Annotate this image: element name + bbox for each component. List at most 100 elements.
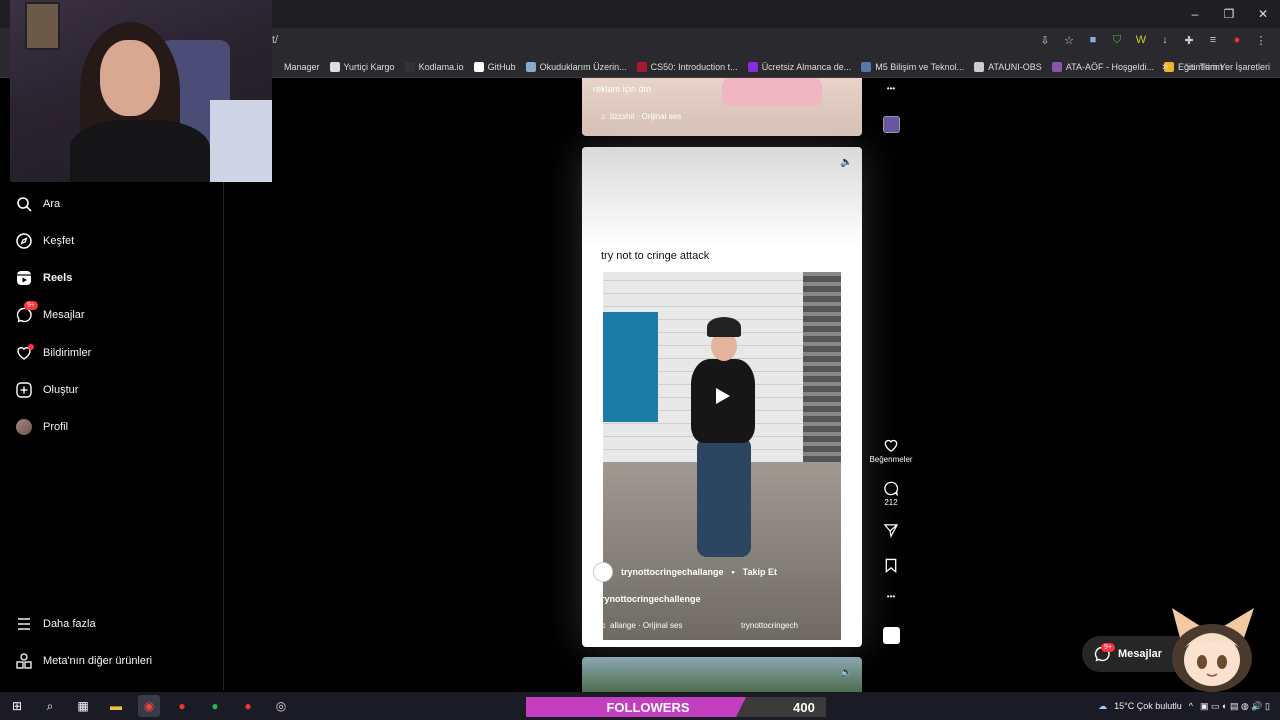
app-red2-icon[interactable]: ● xyxy=(237,695,259,717)
close-icon[interactable]: ✕ xyxy=(1246,0,1280,28)
comment-icon xyxy=(884,481,899,496)
sidebar-item-profile[interactable]: Profil xyxy=(15,416,68,438)
previous-reel-caption: reklam için dm xyxy=(593,84,652,94)
obs-icon[interactable]: ◎ xyxy=(270,695,292,717)
audio-thumbnail[interactable] xyxy=(883,116,900,133)
weather-icon[interactable]: ☁ xyxy=(1098,701,1107,712)
tray-icons[interactable]: ▣ ▭ ◐ ▤ ◍ 🔊 ▯ xyxy=(1200,701,1270,712)
instagram-sidebar: Ara Keşfet Reels 9+ Mesajlar Bildirimler… xyxy=(0,182,224,690)
sidebar-item-meta[interactable]: Meta'nın diğer ürünleri xyxy=(15,650,152,672)
bookmark-label: ATAUNI-OBS xyxy=(988,62,1042,72)
search-icon[interactable]: ⌕ xyxy=(39,695,61,717)
reel-audio[interactable]: ♫ allange · Orijinal ses xyxy=(600,621,682,630)
like-button[interactable]: Beğenmeler xyxy=(869,438,913,464)
messages-badge: 9+ xyxy=(24,301,38,310)
music-note-icon: ♫ xyxy=(600,112,606,121)
mute-icon[interactable]: 🔈 xyxy=(840,667,852,678)
sidebar-item-more[interactable]: Daha fazla xyxy=(15,613,96,635)
avatar xyxy=(16,419,32,435)
url-text[interactable]: t/ xyxy=(272,34,278,46)
install-icon[interactable]: ⇩ xyxy=(1038,33,1052,47)
all-bookmarks-button[interactable]: ▭ Tüm Yer İşaretleri xyxy=(1187,58,1270,76)
previous-reel-audio[interactable]: ♫ tizzshit · Orijinal ses xyxy=(600,112,681,121)
bookmark-item[interactable]: GitHub xyxy=(473,62,516,72)
more-options-button[interactable]: ••• xyxy=(870,84,912,93)
sidebar-item-search[interactable]: Ara xyxy=(15,193,60,215)
play-icon[interactable] xyxy=(712,386,732,406)
sidebar-item-create[interactable]: Oluştur xyxy=(15,379,78,401)
bookmark-label: Yurtiçi Kargo xyxy=(343,62,395,72)
extension-w-icon[interactable]: W xyxy=(1134,33,1148,47)
messages-pill-badge: 9+ xyxy=(1101,643,1115,652)
weather-text[interactable]: 15°C Çok bulutlu xyxy=(1114,701,1182,711)
sidebar-item-label: Meta'nın diğer ürünleri xyxy=(43,655,153,667)
account-name[interactable]: trynottocringechallange xyxy=(621,567,724,577)
task-view-icon[interactable]: ▦ xyxy=(72,695,94,717)
spotify-icon[interactable]: ● xyxy=(204,695,226,717)
account-avatar[interactable] xyxy=(593,562,613,582)
bookmark-item[interactable]: CS50: Introduction t... xyxy=(636,62,738,72)
reel-hashtag[interactable]: #trynottocringechallenge xyxy=(593,594,701,604)
sidebar-item-notifications[interactable]: Bildirimler xyxy=(15,342,91,364)
bookmark-item[interactable]: Yurtiçi Kargo xyxy=(329,62,395,72)
download-icon[interactable]: ↓ xyxy=(1158,33,1172,47)
bookmark-favicon-icon xyxy=(473,62,484,72)
sidebar-item-label: Oluştur xyxy=(43,384,79,396)
minimize-icon[interactable]: – xyxy=(1178,0,1212,28)
bookmark-item[interactable]: ATA-AÖF - Hoşgeldi... xyxy=(1051,62,1154,72)
bookmark-item[interactable]: ATAUNI-OBS xyxy=(974,62,1042,72)
windows-start-icon[interactable]: ⊞ xyxy=(6,695,28,717)
bookmark-favicon-icon xyxy=(636,62,647,72)
sidebar-item-label: Profil xyxy=(43,421,69,433)
media-icon[interactable]: ≡ xyxy=(1206,33,1220,47)
bookmark-item[interactable]: Okuduklarım Üzerin... xyxy=(525,62,627,72)
sidebar-item-messages[interactable]: 9+ Mesajlar xyxy=(15,301,85,326)
profile-icon[interactable]: ● xyxy=(1230,33,1244,47)
next-reel-card[interactable] xyxy=(582,657,862,693)
chrome-icon[interactable]: ◉ xyxy=(138,695,160,717)
bookmark-item[interactable]: M5 Bilişim ve Teknol... xyxy=(861,62,964,72)
reel-video[interactable] xyxy=(603,272,841,640)
share-button[interactable] xyxy=(870,523,912,538)
messages-pill-label: Mesajlar xyxy=(1118,648,1163,660)
file-explorer-icon[interactable]: ▬ xyxy=(105,695,127,717)
bookmark-item[interactable]: Kodlama.io xyxy=(404,62,464,72)
audio-label: tizzshit · Orijinal ses xyxy=(610,112,682,121)
followers-goal-bar: FOLLOWERS 400 xyxy=(526,697,826,717)
reel-account[interactable]: trynottocringechallange • Takip Et xyxy=(593,562,777,582)
audio-label: allange · Orijinal ses xyxy=(610,621,683,630)
save-button[interactable] xyxy=(870,558,912,573)
comment-button[interactable]: 212 xyxy=(870,481,912,507)
sidebar-item-label: Reels xyxy=(43,272,73,284)
bookmark-item[interactable]: Ücretsiz Almanca de... xyxy=(747,62,851,72)
sidebar-item-explore[interactable]: Keşfet xyxy=(15,230,74,252)
all-bookmarks-label: Tüm Yer İşaretleri xyxy=(1199,62,1270,72)
bookmark-favicon-icon xyxy=(329,62,340,72)
puzzle-icon[interactable]: ✚ xyxy=(1182,33,1196,47)
bookmark-label: GitHub xyxy=(487,62,516,72)
star-icon[interactable]: ☆ xyxy=(1062,33,1076,47)
reel-options-button[interactable]: ••• xyxy=(870,592,912,601)
notification-dot xyxy=(28,344,34,350)
audio-thumbnail[interactable] xyxy=(883,627,900,644)
sidebar-item-label: Keşfet xyxy=(43,235,75,247)
bookmark-item[interactable]: Manager xyxy=(270,62,320,72)
extension-icon[interactable]: ■ xyxy=(1086,33,1100,47)
shield-icon[interactable]: ⛉ xyxy=(1110,33,1124,47)
follow-button[interactable]: Takip Et xyxy=(743,567,777,577)
chevron-up-icon[interactable]: ^ xyxy=(1189,701,1193,711)
mute-icon[interactable]: 🔈 xyxy=(840,157,852,168)
restore-icon[interactable]: ❐ xyxy=(1212,0,1246,28)
send-icon xyxy=(883,524,899,538)
bookmark-label: ATA-AÖF - Hoşgeldi... xyxy=(1065,62,1154,72)
sidebar-item-reels[interactable]: Reels xyxy=(15,267,72,289)
search-icon xyxy=(15,195,33,213)
bookmark-label: M5 Bilişim ve Teknol... xyxy=(875,62,965,72)
more-bookmarks-button[interactable]: » xyxy=(1162,58,1168,76)
bookmark-label: Okuduklarım Üzerin... xyxy=(539,62,627,72)
app-red-icon[interactable]: ● xyxy=(171,695,193,717)
sidebar-item-label: Mesajlar xyxy=(43,309,85,321)
compass-icon xyxy=(15,232,33,250)
menu-icon[interactable]: ⋮ xyxy=(1254,33,1268,47)
audio-author[interactable]: trynottocringech xyxy=(741,621,798,630)
